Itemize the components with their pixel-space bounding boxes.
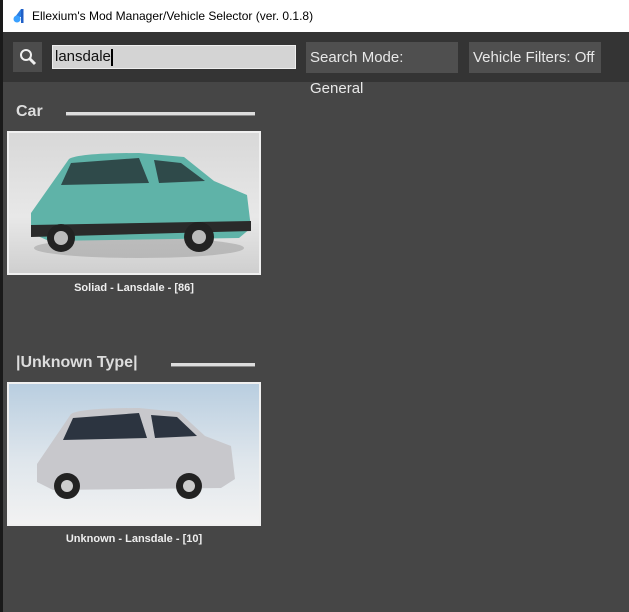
vehicle-filters-button[interactable]: Vehicle Filters: Off: [469, 42, 601, 73]
section-divider: [171, 363, 255, 367]
search-mode-button[interactable]: Search Mode: General: [306, 42, 458, 97]
search-input[interactable]: lansdale: [52, 45, 296, 69]
app-window: Ellexium's Mod Manager/Vehicle Selector …: [3, 0, 629, 612]
section-title-car: Car: [16, 103, 43, 120]
vehicle-caption: Unknown - Lansdale - [10]: [65, 533, 203, 545]
window-title: Ellexium's Mod Manager/Vehicle Selector …: [32, 9, 314, 23]
text-caret: [110, 48, 113, 66]
vehicle-card[interactable]: [7, 382, 261, 526]
vehicle-caption: Soliad - Lansdale - [86]: [74, 282, 194, 294]
vehicle-thumbnail: [31, 153, 251, 258]
title-bar: Ellexium's Mod Manager/Vehicle Selector …: [3, 0, 629, 32]
search-icon: [19, 49, 36, 66]
section-divider: [66, 112, 255, 116]
section-title-unknown: |Unknown Type|: [16, 354, 138, 371]
vehicle-thumbnail: [37, 408, 235, 499]
search-input-value: lansdale: [55, 48, 111, 65]
app-logo-icon: [13, 9, 24, 23]
vehicle-card[interactable]: [7, 131, 261, 275]
toolbar: lansdale Search Mode: General Vehicle Fi…: [3, 32, 629, 97]
search-button[interactable]: [13, 42, 42, 72]
